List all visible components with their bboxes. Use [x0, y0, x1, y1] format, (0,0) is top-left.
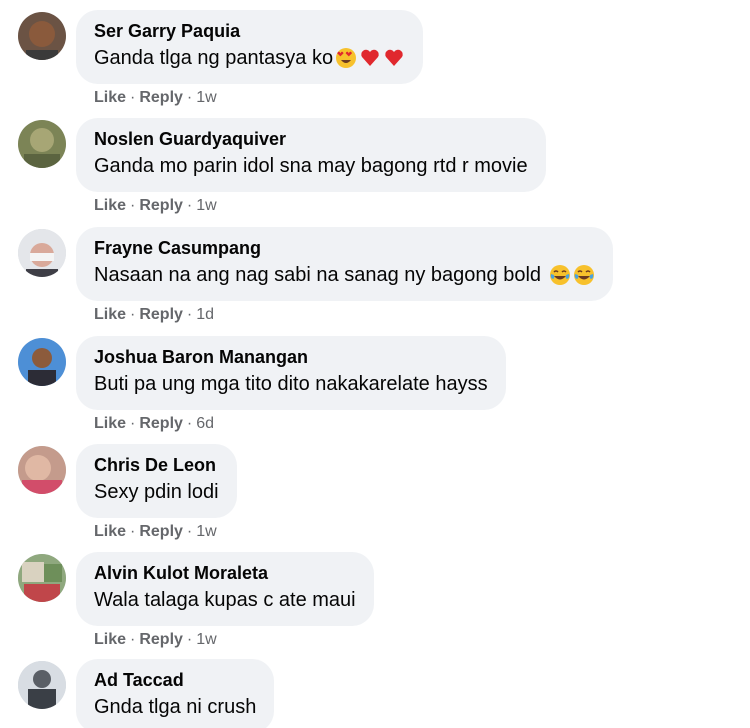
comment-text-row: Sexy pdin lodi — [94, 477, 219, 507]
separator: · — [130, 631, 136, 648]
comment-text: Sexy pdin lodi — [94, 481, 219, 503]
separator: · — [130, 306, 136, 323]
comment-text-row: Buti pa ung mga tito dito nakakarelate h… — [94, 369, 488, 399]
like-link[interactable]: Like — [94, 306, 126, 323]
comment-text: Ganda tlga ng pantasya ko — [94, 47, 334, 69]
comment-timestamp[interactable]: 6d — [196, 415, 214, 432]
like-link[interactable]: Like — [94, 631, 126, 648]
avatar[interactable] — [18, 120, 66, 168]
separator: · — [130, 89, 136, 106]
comment-bubble: Joshua Baron Manangan Buti pa ung mga ti… — [76, 336, 506, 410]
comment-actions: Like · Reply · 1w — [94, 522, 217, 542]
separator: · — [130, 415, 136, 432]
comment-text-row: Ganda tlga ng pantasya ko — [94, 43, 405, 73]
avatar[interactable] — [18, 229, 66, 277]
comment-text: Nasaan na ang nag sabi na sanag ny bagon… — [94, 264, 542, 286]
comment-author[interactable]: Ser Garry Paquia — [94, 19, 405, 43]
comment-item: Ad Taccad Gnda tlga ni crush — [18, 659, 718, 728]
avatar[interactable] — [18, 661, 66, 709]
comment-text: Wala talaga kupas c ate maui — [94, 589, 356, 611]
avatar[interactable] — [18, 12, 66, 60]
avatar[interactable] — [18, 338, 66, 386]
comment-item: Frayne Casumpang Nasaan na ang nag sabi … — [18, 227, 718, 327]
reply-link[interactable]: Reply — [139, 415, 183, 432]
comment-actions: Like · Reply · 1d — [94, 305, 214, 325]
comment-text: Gnda tlga ni crush — [94, 696, 257, 718]
comment-author[interactable]: Frayne Casumpang — [94, 236, 595, 260]
reply-link[interactable]: Reply — [139, 197, 183, 214]
comment-item: Ser Garry Paquia Ganda tlga ng pantasya … — [18, 10, 718, 110]
reply-link[interactable]: Reply — [139, 631, 183, 648]
comment-actions: Like · Reply · 1w — [94, 630, 217, 650]
comment-actions: Like · Reply · 1w — [94, 88, 217, 108]
comment-text-row: Ganda mo parin idol sna may bagong rtd r… — [94, 151, 528, 181]
comment-list: Ser Garry Paquia Ganda tlga ng pantasya … — [0, 0, 750, 728]
reply-link[interactable]: Reply — [139, 306, 183, 323]
separator: · — [186, 415, 193, 432]
comment-item: Joshua Baron Manangan Buti pa ung mga ti… — [18, 336, 718, 436]
comment-text-row: Nasaan na ang nag sabi na sanag ny bagon… — [94, 260, 595, 290]
avatar[interactable] — [18, 446, 66, 494]
comment-text-row: Gnda tlga ni crush — [94, 692, 256, 722]
comment-text: Ganda mo parin idol sna may bagong rtd r… — [94, 155, 528, 177]
avatar[interactable] — [18, 554, 66, 602]
separator: · — [186, 523, 193, 540]
comment-timestamp[interactable]: 1d — [196, 306, 214, 323]
comment-timestamp[interactable]: 1w — [196, 631, 216, 648]
like-link[interactable]: Like — [94, 89, 126, 106]
reply-link[interactable]: Reply — [139, 89, 183, 106]
comment-item: Alvin Kulot Moraleta Wala talaga kupas c… — [18, 552, 718, 652]
separator: · — [186, 197, 193, 214]
comment-actions: Like · Reply · 1w — [94, 196, 217, 216]
comment-author[interactable]: Ad Taccad — [94, 668, 256, 692]
comment-author[interactable]: Chris De Leon — [94, 453, 219, 477]
like-link[interactable]: Like — [94, 523, 126, 540]
comment-bubble: Alvin Kulot Moraleta Wala talaga kupas c… — [76, 552, 374, 626]
comment-author[interactable]: Alvin Kulot Moraleta — [94, 561, 356, 585]
comment-bubble: Frayne Casumpang Nasaan na ang nag sabi … — [76, 227, 614, 301]
tears-of-joy-emoji — [549, 264, 571, 286]
comment-timestamp[interactable]: 1w — [196, 523, 216, 540]
comment-author[interactable]: Joshua Baron Manangan — [94, 345, 488, 369]
red-heart-emoji — [359, 47, 381, 69]
comment-bubble: Chris De Leon Sexy pdin lodi — [76, 444, 237, 518]
separator: · — [186, 89, 193, 106]
comment-timestamp[interactable]: 1w — [196, 89, 216, 106]
comment-item: Noslen Guardyaquiver Ganda mo parin idol… — [18, 118, 718, 218]
separator: · — [186, 306, 193, 323]
comment-bubble: Ser Garry Paquia Ganda tlga ng pantasya … — [76, 10, 424, 84]
separator: · — [130, 523, 136, 540]
comment-actions: Like · Reply · 6d — [94, 414, 214, 434]
like-link[interactable]: Like — [94, 415, 126, 432]
comment-item: Chris De Leon Sexy pdin lodi Like · Reply ·… — [18, 444, 718, 544]
like-link[interactable]: Like — [94, 197, 126, 214]
comment-author[interactable]: Noslen Guardyaquiver — [94, 127, 528, 151]
comment-bubble: Noslen Guardyaquiver Ganda mo parin idol… — [76, 118, 546, 192]
comment-bubble: Ad Taccad Gnda tlga ni crush — [76, 659, 275, 728]
heart-eyes-emoji — [335, 47, 357, 69]
separator: · — [186, 631, 193, 648]
tears-of-joy-emoji — [573, 264, 595, 286]
red-heart-emoji — [383, 47, 405, 69]
reply-link[interactable]: Reply — [139, 523, 183, 540]
comment-timestamp[interactable]: 1w — [196, 197, 216, 214]
comment-text: Buti pa ung mga tito dito nakakarelate h… — [94, 373, 488, 395]
comment-text-row: Wala talaga kupas c ate maui — [94, 585, 356, 615]
separator: · — [130, 197, 136, 214]
